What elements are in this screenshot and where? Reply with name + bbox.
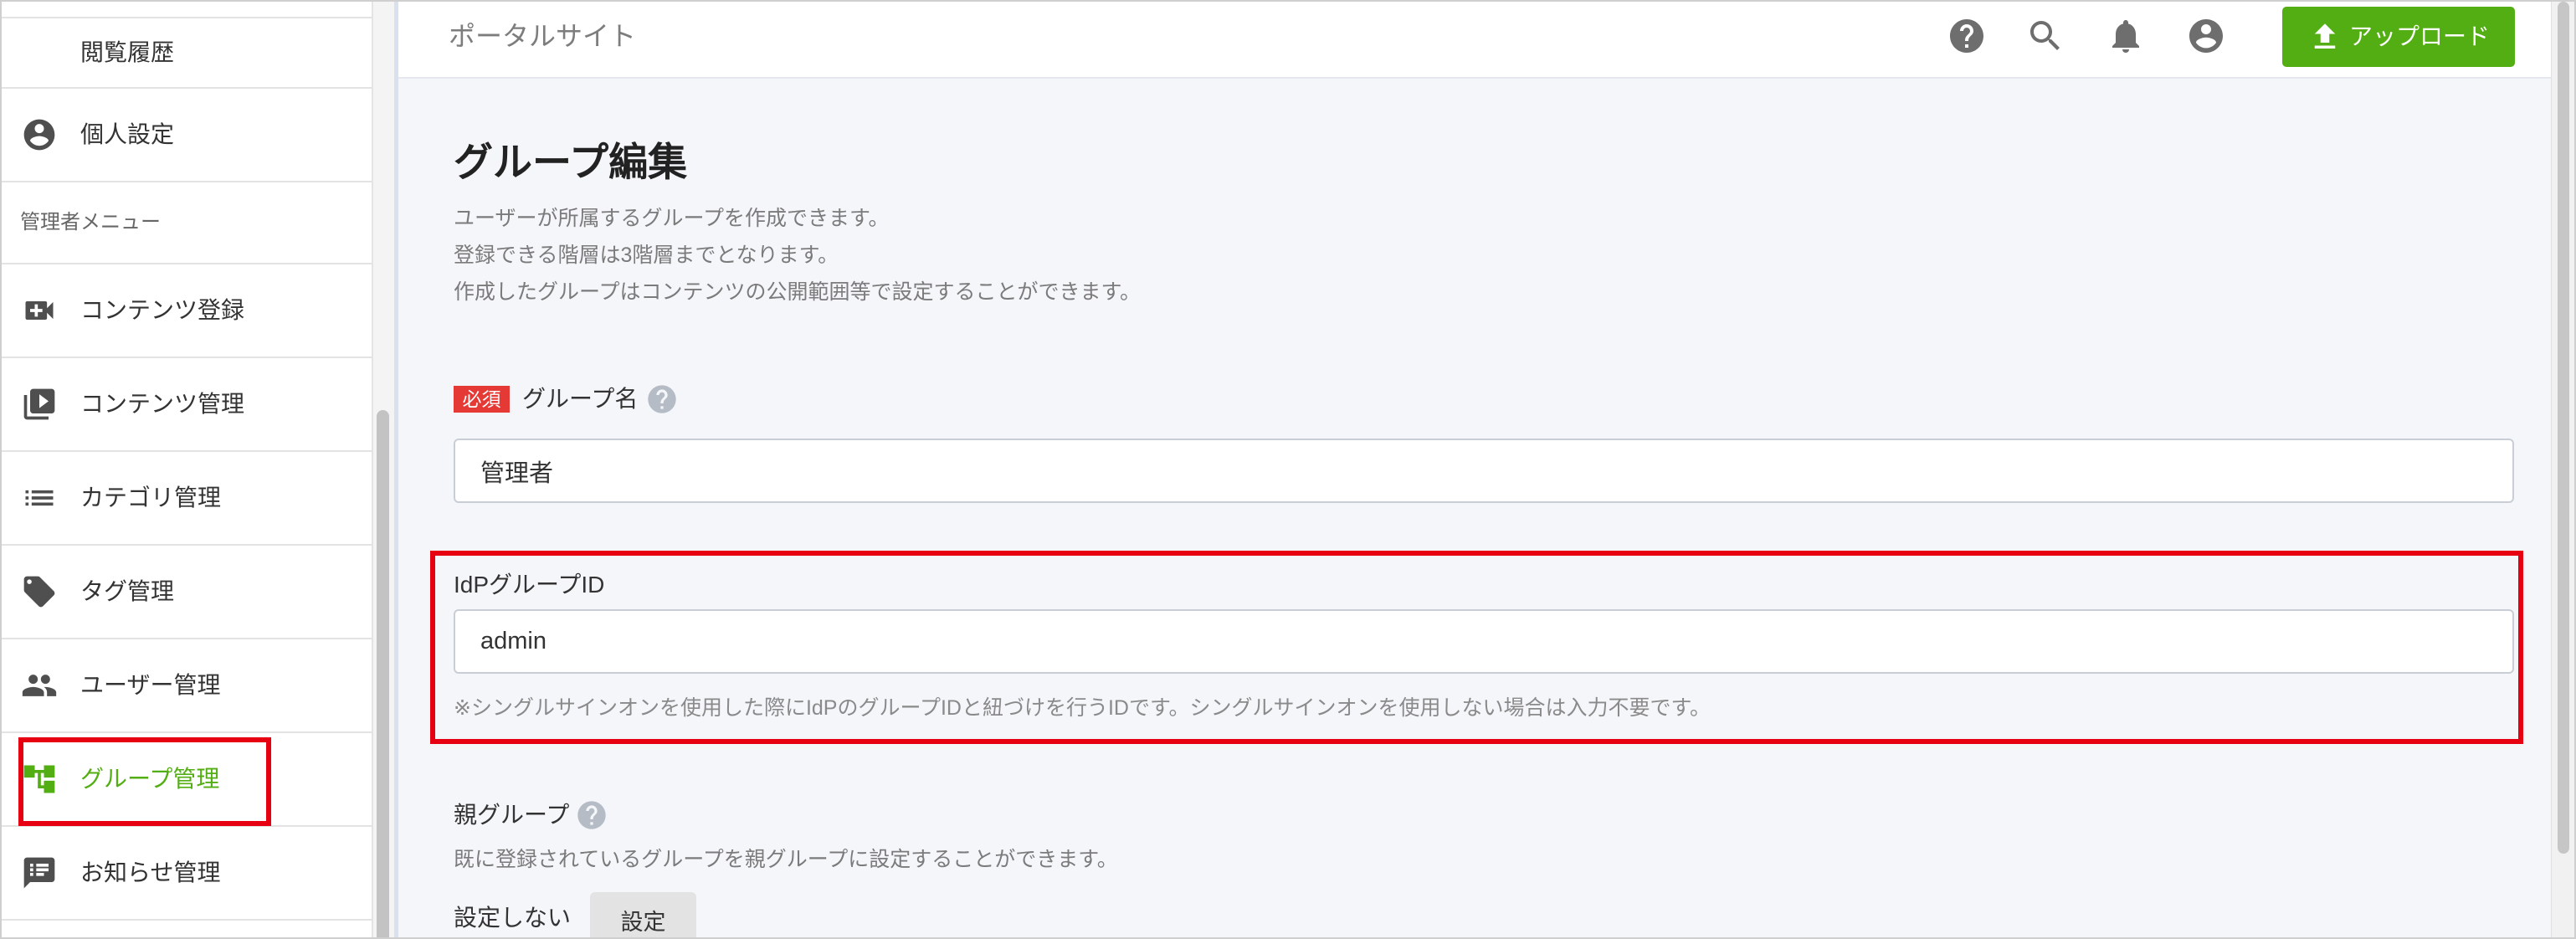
sidebar-item-label: コンテンツ管理 [80,391,245,417]
sidebar-item-content-manage[interactable]: コンテンツ管理 [0,358,372,452]
notifications-icon[interactable] [2106,16,2146,56]
sidebar-item-label: コンテンツ登録 [80,297,245,323]
people-icon [21,667,58,704]
main-content: ポータルサイト アップロード グループ編集 ユーザーが所属するグループを作成でき… [394,0,2551,939]
page-scrollbar-thumb[interactable] [2558,2,2569,854]
group-name-label: グループ名 [522,386,639,412]
sidebar-item-label: グループ管理 [80,766,220,792]
sidebar-admin-heading: 管理者メニュー [0,182,372,264]
help-icon[interactable] [645,382,679,416]
account-circle-icon [21,116,58,153]
account-tree-icon [21,761,58,798]
sidebar-item-label: タグ管理 [80,578,175,604]
upload-button[interactable]: アップロード [2282,7,2515,67]
video-add-icon [21,292,58,329]
sidebar-item-personal-settings[interactable]: 個人設定 [0,89,372,182]
parent-group-label: 親グループ [454,802,570,828]
help-icon[interactable] [575,798,608,832]
idp-group-id-input[interactable] [454,609,2514,674]
site-title[interactable]: ポータルサイト [449,20,636,52]
group-name-input[interactable] [454,439,2514,503]
parent-group-current-value: 設定しない [454,905,572,931]
sidebar-heading-label: 管理者メニュー [20,211,161,233]
speaker-notes-icon [21,854,58,891]
sidebar-item-label: 個人設定 [80,121,175,147]
sidebar-scrollbar-thumb[interactable] [377,410,389,939]
video-library-icon [21,386,58,423]
upload-icon [2307,19,2343,54]
sidebar-item-group-manage[interactable]: グループ管理 [0,733,372,827]
idp-group-id-note: ※シングルサインオンを使用した際にIdPのグループIDと紐づけを行うIDです。シ… [454,696,1711,720]
sidebar-item-label: 閲覧履歴 [80,39,175,65]
sidebar-item-category-manage[interactable]: カテゴリ管理 [0,452,372,546]
sidebar-item-content-register[interactable]: コンテンツ登録 [0,264,372,358]
sidebar-item-label: ユーザー管理 [80,672,221,698]
help-icon[interactable] [1947,16,1987,56]
required-badge: 必須 [454,386,510,413]
page-description-line: 作成したグループはコンテンツの公開範囲等で設定することができます。 [454,280,1142,304]
sidebar-item-tag-manage[interactable]: タグ管理 [0,546,372,639]
upload-button-label: アップロード [2349,23,2491,49]
list-icon [21,480,58,516]
sidebar-item-user-manage[interactable]: ユーザー管理 [0,639,372,733]
main-divider [394,0,398,939]
sidebar-item-history[interactable]: 閲覧履歴 [0,17,372,89]
page-title: グループ編集 [454,140,688,184]
top-header: ポータルサイト アップロード [394,0,2551,79]
tag-icon [21,573,58,610]
page-description-line: ユーザーが所属するグループを作成できます。 [454,207,890,230]
sidebar-item-label: お知らせ管理 [80,859,221,885]
account-circle-icon[interactable] [2186,16,2226,56]
page-description-line: 登録できる階層は3階層までとなります。 [454,244,839,267]
sidebar-item-notice-manage[interactable]: お知らせ管理 [0,827,372,921]
sidebar-item-label: カテゴリ管理 [80,485,222,511]
search-icon[interactable] [2025,16,2065,56]
set-parent-group-button[interactable]: 設定 [590,892,696,939]
idp-group-id-label: IdPグループID [454,572,605,598]
parent-group-description: 既に登録されているグループを親グループに設定することができます。 [454,848,1118,871]
sidebar: 閲覧履歴 個人設定 管理者メニュー コンテンツ登録 コンテンツ管理 カテゴリ管理… [0,0,372,939]
